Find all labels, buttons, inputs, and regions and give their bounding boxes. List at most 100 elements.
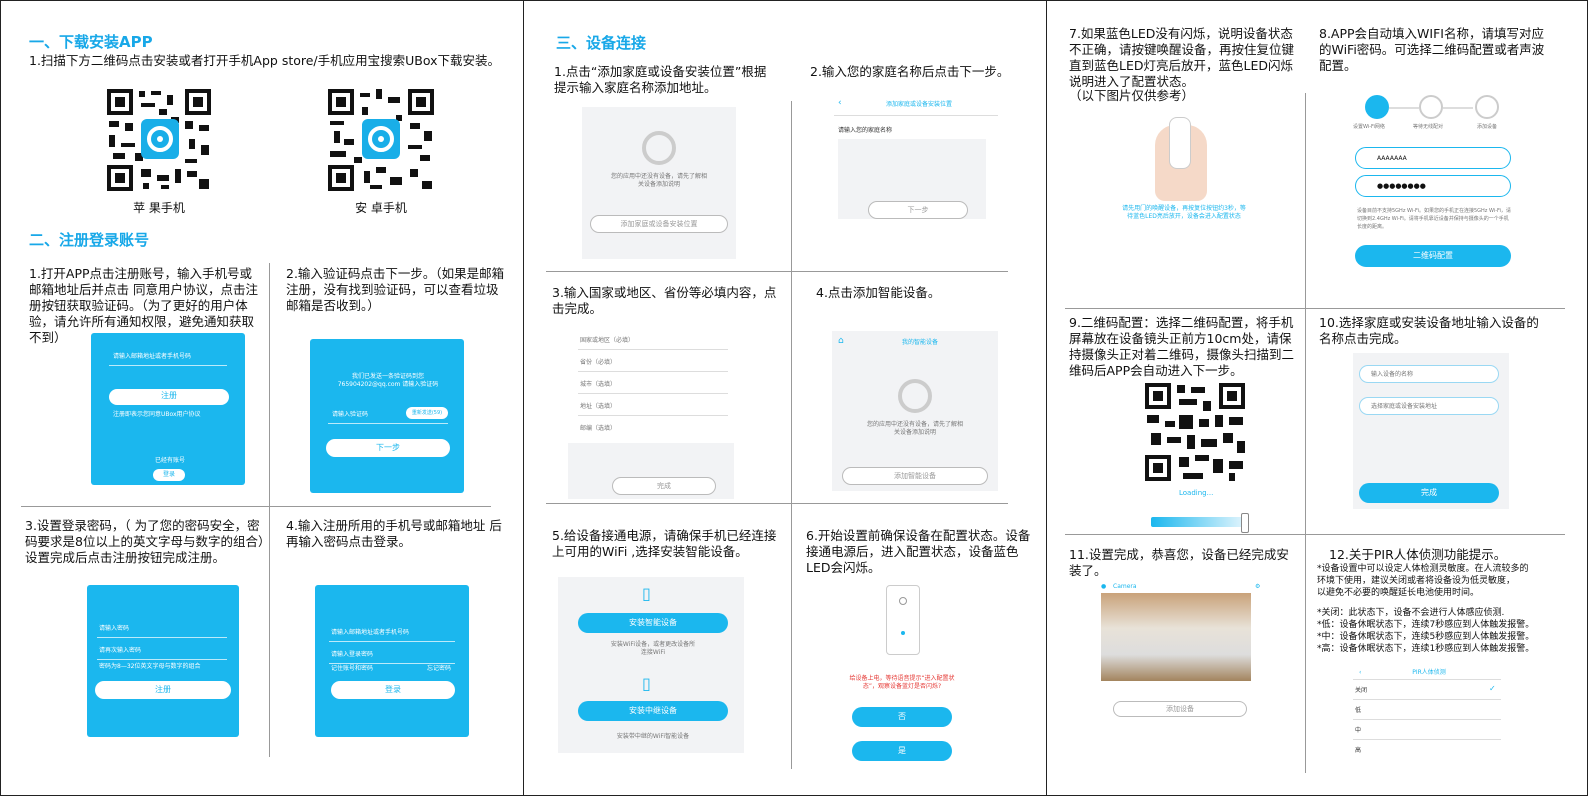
install-repeater-button[interactable]: 安装中继设备 [578,701,728,721]
login-link[interactable]: 登录 [153,469,185,481]
loading-text: Loading... [1179,489,1214,497]
field-line [578,371,728,372]
pir-line: *高：设备休眠状态下，连续1秒感应到人体触发报警。 [1317,644,1535,654]
add-home-button[interactable]: 添加家庭或设备安装位置 [590,215,728,233]
config-step-7-note: （以下图片仅供参考） [1069,88,1195,103]
address-field[interactable]: 国家或地区（必填） [580,337,634,345]
pir-line: *关闭：此状态下，设备不会进行人体感应侦测. [1317,608,1505,618]
connect-step-3: 3.输入国家或地区、省份等必填内容，点击完成。 [552,285,777,316]
pir-line: *低：设备休眠状态下，连续7秒感应到人体触发报警。 [1317,620,1535,630]
wifi-tip: 设备目前不支持5GHz Wi-Fi。如果您的手机正在连接5GHz Wi-Fi，请… [1357,208,1511,230]
yes-button[interactable]: 是 [852,741,952,761]
account-input[interactable]: 请输入邮箱地址或者手机号码 [331,629,409,637]
empty-state-icon [898,379,932,413]
input-underline [329,641,455,642]
add-device-button[interactable]: 添加设备 [1113,701,1247,717]
qr-code-ios[interactable] [105,87,213,193]
pir-option-medium[interactable]: 中 [1355,727,1361,735]
pir-option-off[interactable]: 关闭 [1355,687,1367,695]
led-indicator [901,631,905,635]
address-field[interactable]: 省份（必填） [580,359,616,367]
divider-horizontal [546,503,1008,504]
connect-step-6: 6.开始设置前确保设备在配置状态。设备接通电源后，进入配置状态，设备蓝色LED会… [806,528,1031,575]
remember-checkbox[interactable]: 记住账号和密码 [331,665,373,673]
qr-config-button[interactable]: 二维码配置 [1355,245,1511,267]
screenshot-my-devices: ⌂ 我的智能设备 您的应用中还没有设备，请先了解相关设备添加说明 添加智能设备 [832,331,998,491]
config-step-10: 10.选择家庭或安装设备地址输入设备的名称点击完成。 [1319,315,1539,346]
progress-connector [1389,107,1419,109]
screenshot-register: 请输入邮箱地址或者手机号码 注册 注册即表示您同意UBox用户协议 已经有账号 … [91,333,245,485]
account-input[interactable]: 请输入邮箱地址或者手机号码 [113,353,191,361]
agreement-checkbox[interactable]: 注册即表示您同意UBox用户协议 [113,411,201,419]
section-title-connection: 三、设备连接 [556,34,647,52]
screenshot-address: 国家或地区（必填） 省份（必填） 城市（选填） 地址（选填） 邮编（选填） 完成 [568,325,734,499]
address-field[interactable]: 地址（选填） [580,403,616,411]
address-field[interactable]: 邮编（选填） [580,425,616,433]
camera-device-icon [1241,513,1249,533]
next-button[interactable]: 下一步 [326,439,450,457]
back-arrow-icon[interactable]: ‹ [1359,669,1361,677]
login-button[interactable]: 登录 [331,681,455,699]
done-button[interactable]: 完成 [1359,483,1499,503]
register-step-2: 2.输入验证码点击下一步。（如果是邮箱注册，没有找到验证码，可以查看垃圾邮箱是否… [286,266,505,313]
divider-horizontal [1065,534,1565,535]
search-icon [1419,95,1443,119]
password-input[interactable]: 请输入登录密码 [331,651,373,659]
row-line [1353,699,1501,700]
config-step-11: 11.设置完成，恭喜您，设备已经完成安装了。 [1069,547,1289,578]
wifi-device-icon: ▯ [642,584,651,603]
device-illustration [886,585,920,655]
manual-page: 一、下载安装APP 1.扫描下方二维码点击安装或者打开手机App store/手… [0,0,1588,796]
divider-horizontal [546,271,1008,272]
scan-beam [1151,517,1247,527]
device-illustration [1169,117,1191,169]
pir-line: 以避免不必要的唤醒延长电池使用时间。 [1317,588,1480,598]
camera-lens [899,597,907,605]
verification-input[interactable]: 请输入验证码 [332,411,368,419]
pir-line: *设备设置中可以设定人体检测灵敏度。在人流较多的 [1317,564,1529,574]
connect-step-1: 1.点击“添加家庭或设备安装位置”根据提示输入家庭名称添加地址。 [554,64,767,95]
install-repeater-desc: 安装带中继的WiFi智能设备 [616,733,690,740]
header-line [1353,679,1501,680]
row-line [1353,719,1501,720]
ssid-value: AAAAAAA [1377,155,1407,162]
forgot-password-link[interactable]: 忘记密码 [427,665,451,673]
confirm-password-input[interactable]: 请再次输入密码 [99,647,141,655]
register-button[interactable]: 注册 [95,681,231,699]
register-button[interactable]: 注册 [109,389,229,405]
connect-step-2: 2.输入您的家庭名称后点击下一步。 [810,64,1010,79]
home-icon[interactable]: ⌂ [838,337,844,346]
pir-option-high[interactable]: 高 [1355,747,1361,755]
register-step-4: 4.输入注册所用的手机号或邮箱地址 后再输入密码点击登录。 [286,518,502,549]
add-device-button[interactable]: 添加智能设备 [842,467,988,485]
address-placeholder: 选择家庭或设备安装地址 [1371,403,1438,410]
back-arrow-icon[interactable]: ‹ [838,99,842,108]
password-input[interactable]: 请输入密码 [99,625,129,633]
lock-icon [1475,95,1499,119]
camera-title: Camera [1113,583,1137,590]
resend-button[interactable]: 重新发送(59) [406,407,448,419]
repeater-device-icon: ▯ [642,674,651,693]
divider-vertical [1305,93,1306,773]
device-name-placeholder: 输入设备的名称 [1371,371,1414,378]
no-button[interactable]: 否 [852,707,952,727]
address-field[interactable]: 城市（选填） [580,381,616,389]
camera-preview[interactable] [1101,593,1251,681]
home-name-input[interactable]: 请输入您的家庭名称 [838,127,892,135]
pir-option-low[interactable]: 低 [1355,707,1361,715]
password-value: ●●●●●●●● [1377,182,1426,190]
done-button[interactable]: 完成 [612,477,716,495]
password-rule: 密码为8—32位英文字母与数字的组合 [99,663,201,670]
install-smart-device-button[interactable]: 安装智能设备 [578,613,728,633]
screenshot-add-home: 您的应用中还没有设备，请先了解相关设备添加说明 添加家庭或设备安装位置 [582,107,736,259]
screenshot-set-password: 请输入密码 请再次输入密码 密码为8—32位英文字母与数字的组合 注册 [87,585,239,737]
screen-title: 我的智能设备 [901,339,938,346]
section-title-download: 一、下载安装APP [29,33,153,51]
checkmark-icon: ✓ [1489,684,1496,693]
next-button[interactable]: 下一步 [868,201,968,219]
screenshot-home-name: ‹ 添加家庭或设备安装位置 请输入您的家庭名称 下一步 [834,93,998,249]
settings-icon[interactable]: ⚙ [1255,583,1260,591]
qr-code-android[interactable] [326,87,436,193]
qr-caption-ios: 苹 果手机 [133,201,185,215]
divider-vertical [791,101,792,769]
